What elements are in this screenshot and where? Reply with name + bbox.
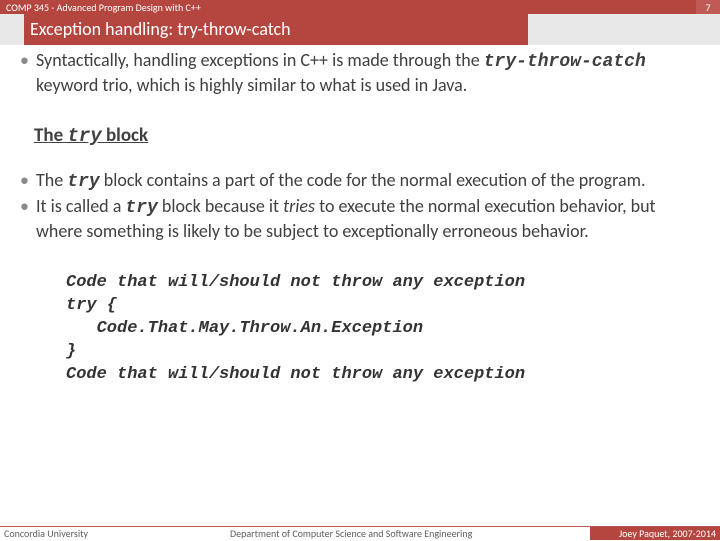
bullet-2: • The try block contains a part of the c… [20,169,700,194]
header-strip: COMP 345 - Advanced Program Design with … [0,0,720,14]
section-heading: The try block [34,124,700,149]
title-bar: Exception handling: try-throw-catch [0,14,720,45]
title-spacer [528,14,720,45]
slide-body: • Syntactically, handling exceptions in … [0,45,720,387]
course-label: COMP 345 - Advanced Program Design with … [0,0,696,14]
italic-word: tries [283,195,315,217]
keyword: try-throw-catch [484,52,646,72]
slide-number: 7 [696,0,720,14]
text-span: block contains a part of the code for th… [100,169,646,191]
bullet-text: Syntactically, handling exceptions in C+… [36,49,700,96]
footer: Concordia University Department of Compu… [0,526,720,540]
bullet-3: • It is called a try block because it tr… [20,195,700,242]
bullet-marker: • [20,49,36,96]
footer-left: Concordia University [0,527,200,540]
text-span: block [102,124,148,147]
text-span: The [36,169,67,191]
keyword: try [67,125,101,147]
bullet-text: The try block contains a part of the cod… [36,169,700,194]
bullet-marker: • [20,195,36,242]
keyword: try [67,172,99,192]
text-span: The [34,124,67,147]
footer-mid: Department of Computer Science and Softw… [200,527,590,540]
keyword: try [125,198,157,218]
slide-title: Exception handling: try-throw-catch [24,14,528,45]
bullet-text: It is called a try block because it trie… [36,195,700,242]
bullet-1: • Syntactically, handling exceptions in … [20,49,700,96]
text-span: It is called a [36,195,125,217]
code-block: Code that will/should not throw any exce… [66,272,700,387]
text-span: Syntactically, handling exceptions in C+… [36,49,484,71]
text-span: keyword trio, which is highly similar to… [36,74,467,96]
text-span: block because it [158,195,283,217]
footer-right: Joey Paquet, 2007-2014 [590,527,720,540]
bullet-marker: • [20,169,36,194]
